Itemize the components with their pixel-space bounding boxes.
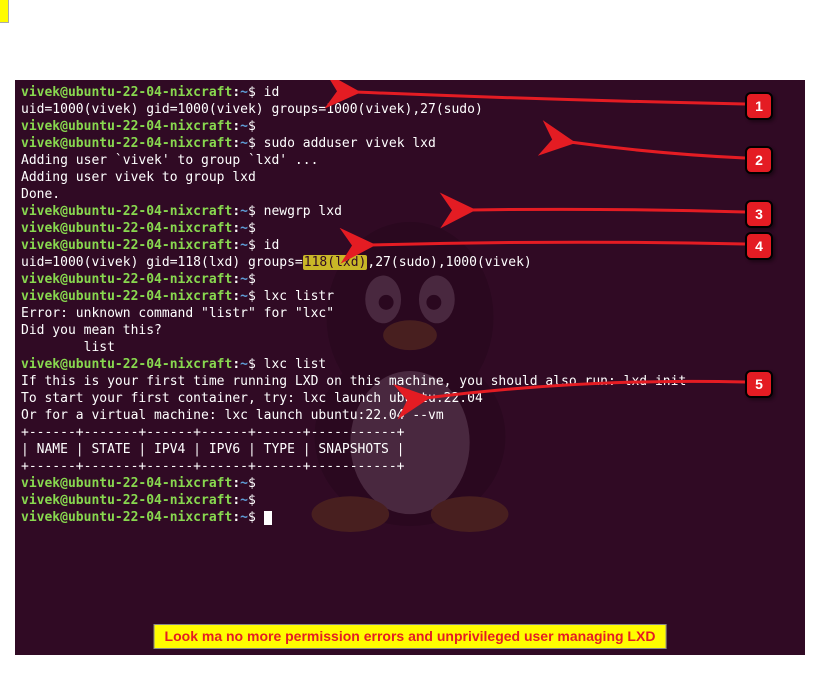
prompt-line: vivek@ubuntu-22-04-nixcraft:~$ [21, 271, 799, 288]
output-line: list [21, 339, 799, 356]
output-line: Adding user `vivek' to group `lxd' ... [21, 152, 799, 169]
terminal-output: vivek@ubuntu-22-04-nixcraft:~$ iduid=100… [21, 84, 799, 526]
annotation-badge-4: 4 [745, 232, 773, 260]
output-line: If this is your first time running LXD o… [21, 373, 799, 390]
output-line: uid=1000(vivek) gid=118(lxd) groups=118(… [21, 254, 799, 271]
output-line: To start your first container, try: lxc … [21, 390, 799, 407]
output-line: Error: unknown command "listr" for "lxc" [21, 305, 799, 322]
caption-text: Look ma no more permission errors and un… [165, 628, 656, 644]
caption-banner: Look ma no more permission errors and un… [154, 624, 667, 649]
output-line: Did you mean this? [21, 322, 799, 339]
annotation-badge-2: 2 [745, 146, 773, 174]
prompt-line: vivek@ubuntu-22-04-nixcraft:~$ [21, 220, 799, 237]
cursor [264, 511, 272, 525]
terminal-window[interactable]: vivek@ubuntu-22-04-nixcraft:~$ iduid=100… [15, 80, 805, 655]
command-text: lxc listr [264, 289, 334, 304]
prompt-line: vivek@ubuntu-22-04-nixcraft:~$ [21, 475, 799, 492]
highlight-group: 118(lxd) [303, 255, 368, 270]
prompt-line: vivek@ubuntu-22-04-nixcraft:~$ id [21, 237, 799, 254]
command-text: lxc list [264, 357, 327, 372]
prompt-line: vivek@ubuntu-22-04-nixcraft:~$ lxc listr [21, 288, 799, 305]
output-line: Adding user vivek to group lxd [21, 169, 799, 186]
command-text: sudo adduser vivek lxd [264, 136, 436, 151]
prompt-line: vivek@ubuntu-22-04-nixcraft:~$ [21, 118, 799, 135]
prompt-line: vivek@ubuntu-22-04-nixcraft:~$ [21, 509, 799, 526]
annotation-badge-1: 1 [745, 92, 773, 120]
prompt-line: vivek@ubuntu-22-04-nixcraft:~$ sudo addu… [21, 135, 799, 152]
prompt-line: vivek@ubuntu-22-04-nixcraft:~$ lxc list [21, 356, 799, 373]
output-line: +------+-------+------+------+------+---… [21, 458, 799, 475]
command-text: newgrp lxd [264, 204, 342, 219]
prompt-line: vivek@ubuntu-22-04-nixcraft:~$ [21, 492, 799, 509]
prompt-line: vivek@ubuntu-22-04-nixcraft:~$ newgrp lx… [21, 203, 799, 220]
command-text: id [264, 85, 280, 100]
output-line: +------+-------+------+------+------+---… [21, 424, 799, 441]
output-line: | NAME | STATE | IPV4 | IPV6 | TYPE | SN… [21, 441, 799, 458]
output-line: Done. [21, 186, 799, 203]
prompt-line: vivek@ubuntu-22-04-nixcraft:~$ id [21, 84, 799, 101]
annotation-badge-3: 3 [745, 200, 773, 228]
page-tab-stub [0, 0, 9, 23]
output-line: uid=1000(vivek) gid=1000(vivek) groups=1… [21, 101, 799, 118]
annotation-badge-5: 5 [745, 370, 773, 398]
output-line: Or for a virtual machine: lxc launch ubu… [21, 407, 799, 424]
command-text: id [264, 238, 280, 253]
